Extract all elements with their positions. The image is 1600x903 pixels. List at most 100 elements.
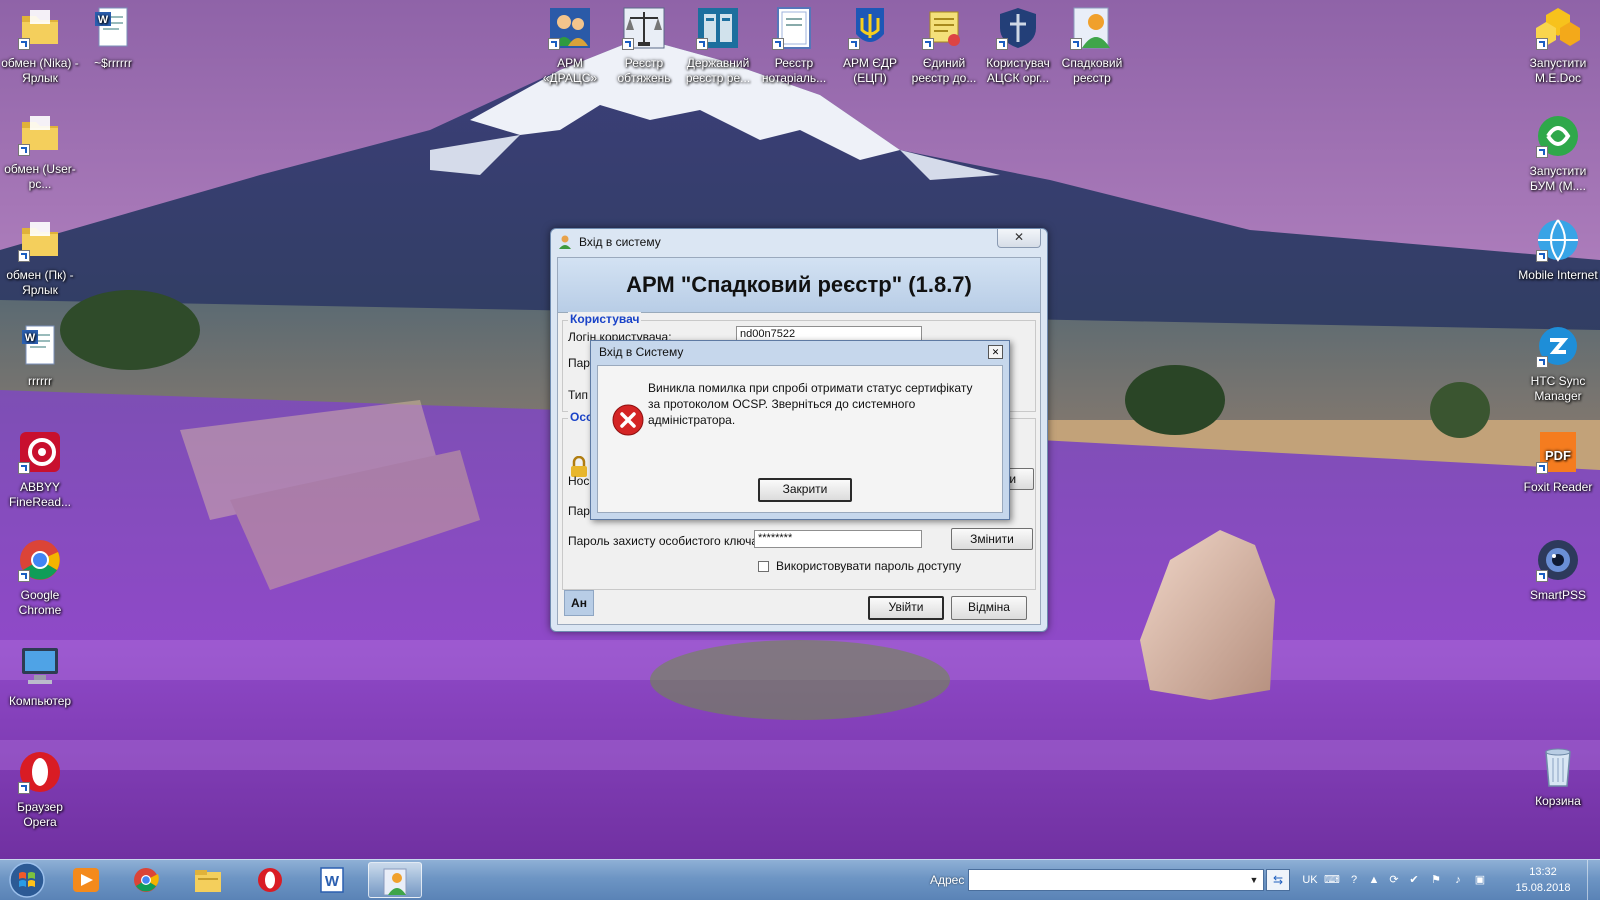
address-input[interactable]	[968, 869, 1264, 891]
shortcut-arrow-icon	[1536, 356, 1548, 368]
desktop-icon-label: Запустити M.E.Doc	[1529, 56, 1587, 85]
lang-badge[interactable]: Ан	[564, 590, 594, 616]
folder-icon	[16, 216, 64, 264]
security-icon[interactable]: ✔	[1406, 872, 1422, 888]
desktop-icon[interactable]: обмен (User-pc...	[0, 110, 80, 192]
desktop-icon-label: Єдиний реєстр до...	[911, 56, 977, 85]
taskbar-button[interactable]	[182, 862, 236, 898]
people-icon	[546, 4, 594, 52]
desktop-icon-label: АРМ «ДРАЦС»	[542, 56, 598, 85]
show-desktop-button[interactable]	[1587, 860, 1600, 900]
login-window-titlebar[interactable]: Вхід в систему ✕	[551, 229, 1047, 255]
volume-icon[interactable]: ♪	[1450, 872, 1466, 888]
address-go-button[interactable]: ⇆	[1266, 869, 1290, 891]
desktop-icon[interactable]: Google Chrome	[0, 536, 80, 618]
desktop-icon[interactable]: Єдиний реєстр до...	[904, 4, 984, 86]
desktop-icon-label: Компьютер	[8, 694, 72, 708]
shortcut-arrow-icon	[1536, 38, 1548, 50]
media-player-icon	[73, 868, 99, 892]
sync-icon[interactable]: ⟳	[1386, 872, 1402, 888]
certificate-icon	[770, 4, 818, 52]
login-window-title: Вхід в систему	[579, 235, 661, 249]
desktop-icon[interactable]: Запустити БУМ (M....	[1518, 112, 1598, 194]
shield-icon	[994, 4, 1042, 52]
desktop-icon[interactable]: HTC Sync Manager	[1518, 322, 1598, 404]
address-dropdown-icon[interactable]: ▼	[1247, 872, 1261, 888]
app-header: АРМ "Спадковий реєстр" (1.8.7)	[558, 258, 1040, 313]
windows-logo-icon	[9, 862, 45, 898]
desktop-icon[interactable]: W ~$rrrrrr	[73, 4, 153, 71]
taskbar: W Адрес ▼ ⇆ UK ⌨ ? ▲ ⟳ ✔ ⚑ ♪ ▣ 13:32 15.…	[0, 859, 1600, 900]
desktop-icon[interactable]: Користувач АЦСК орг...	[978, 4, 1058, 86]
taskbar-button[interactable]	[120, 862, 174, 898]
desktop-icon[interactable]: PDF Foxit Reader	[1518, 428, 1598, 495]
desktop-icon[interactable]: Wrrrrrr	[0, 322, 80, 389]
address-label: Адрес	[930, 873, 965, 887]
clock-date: 15.08.2018	[1515, 882, 1571, 894]
desktop-icon[interactable]: АРМ «ДРАЦС»	[530, 4, 610, 86]
cancel-button[interactable]: Відміна	[951, 596, 1027, 620]
desktop-icon[interactable]: Корзина	[1518, 742, 1598, 809]
help-icon[interactable]: ?	[1346, 872, 1362, 888]
shortcut-arrow-icon	[18, 570, 30, 582]
desktop-icon[interactable]: АРМ ЄДР (ЕЦП)	[830, 4, 910, 86]
taskbar-button[interactable]: W	[306, 862, 360, 898]
heir-user-icon	[383, 868, 407, 895]
desktop-icon[interactable]: Запустити M.E.Doc	[1518, 4, 1598, 86]
taskbar-button[interactable]	[244, 862, 298, 898]
shortcut-arrow-icon	[1536, 146, 1548, 158]
trident-icon	[846, 4, 894, 52]
error-dialog-close-button[interactable]: ✕	[988, 345, 1003, 359]
taskbar-button[interactable]	[60, 862, 114, 898]
desktop-icon[interactable]: Компьютер	[0, 642, 80, 709]
desktop-icon[interactable]: ABBYY FineRead...	[0, 428, 80, 510]
desktop-icon[interactable]: обмен (Пк) - Ярлык	[0, 216, 80, 298]
desktop-icon[interactable]: Спадковий реєстр	[1052, 4, 1132, 86]
login-window-close-button[interactable]: ✕	[997, 229, 1041, 248]
key-protect-input[interactable]: ********	[754, 530, 922, 548]
tray-expand-icon[interactable]: ▲	[1366, 872, 1382, 888]
scroll-icon	[920, 4, 968, 52]
desktop-icon[interactable]: SmartPSS	[1518, 536, 1598, 603]
folder-icon	[16, 4, 64, 52]
use-password-checkbox[interactable]	[758, 561, 769, 572]
desktop-icon[interactable]: Реєстр обтяжень	[604, 4, 684, 86]
desktop-icon-label: ABBYY FineRead...	[8, 480, 72, 509]
desktop-icon[interactable]: обмен (Nika) - Ярлык	[0, 4, 80, 86]
shortcut-arrow-icon	[1536, 462, 1548, 474]
desktop-icon[interactable]: Державний реєстр ре...	[678, 4, 758, 86]
desktop-icon[interactable]: Реєстр нотаріаль...	[754, 4, 834, 86]
chrome-icon	[16, 536, 64, 584]
login-button[interactable]: Увійти	[868, 596, 944, 620]
error-message: Виникла помилка при спробі отримати стат…	[648, 381, 973, 427]
svg-text:W: W	[325, 873, 340, 890]
keyboard-icon[interactable]: ⌨	[1324, 872, 1340, 888]
shortcut-arrow-icon	[696, 38, 708, 50]
desktop-icon-label: Реєстр нотаріаль...	[761, 56, 827, 85]
taskbar-button[interactable]	[368, 862, 422, 898]
scales-icon	[620, 4, 668, 52]
registry-icon	[694, 4, 742, 52]
desktop-icon[interactable]: Mobile Internet	[1518, 216, 1598, 283]
foxit-icon: PDF	[1534, 428, 1582, 476]
shortcut-arrow-icon	[922, 38, 934, 50]
shortcut-arrow-icon	[622, 38, 634, 50]
shortcut-arrow-icon	[18, 144, 30, 156]
desktop-icon[interactable]: Браузер Opera	[0, 748, 80, 830]
shortcut-arrow-icon	[548, 38, 560, 50]
keyboard-lang[interactable]: UK	[1300, 872, 1320, 888]
start-button[interactable]	[4, 860, 50, 900]
desktop-icon-label: Державний реєстр ре...	[685, 56, 751, 85]
computer-icon	[16, 642, 64, 690]
clock[interactable]: 13:32 15.08.2018	[1510, 864, 1576, 896]
desktop-icon-label: АРМ ЄДР (ЕЦП)	[843, 56, 897, 85]
htc-sync-icon	[1534, 322, 1582, 370]
network-icon[interactable]: ▣	[1472, 872, 1488, 888]
error-close-button[interactable]: Закрити	[758, 478, 852, 502]
error-dialog-body: Виникла помилка при спробі отримати стат…	[597, 365, 1003, 513]
desktop-icon-label: Користувач АЦСК орг...	[986, 56, 1050, 85]
bum-icon	[1534, 112, 1582, 160]
change-password-button[interactable]: Змінити	[951, 528, 1033, 550]
clock-time: 13:32	[1529, 866, 1557, 878]
flag-icon[interactable]: ⚑	[1428, 872, 1444, 888]
